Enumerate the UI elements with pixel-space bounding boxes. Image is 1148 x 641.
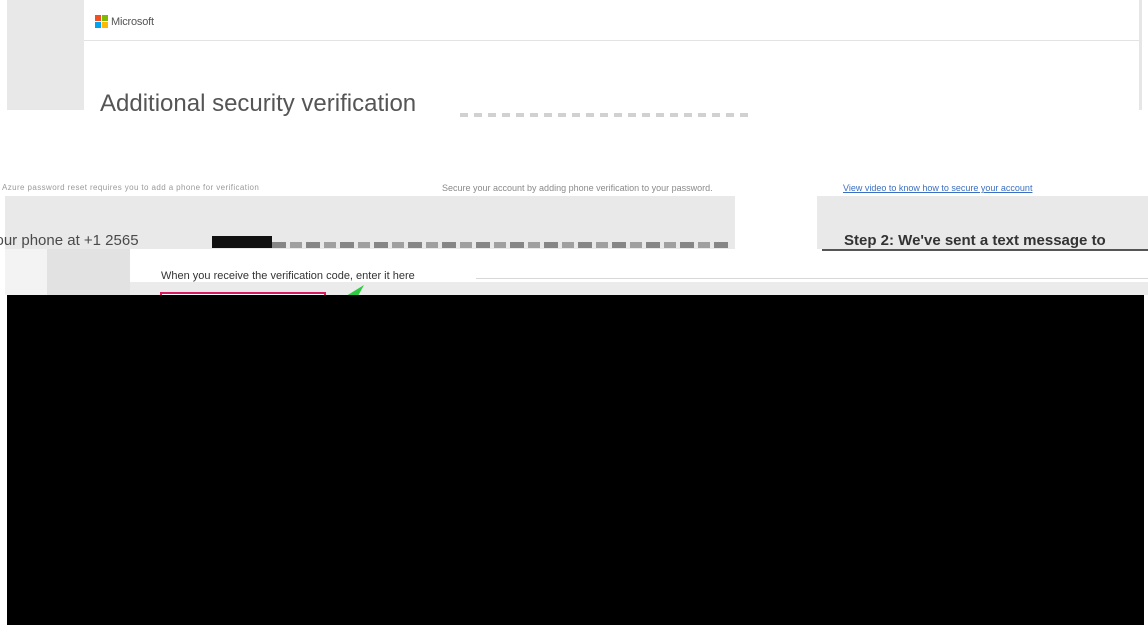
step2-title: Step 2: We've sent a text message to bbox=[844, 232, 1106, 249]
left-gutter bbox=[7, 0, 84, 110]
header: Microsoft bbox=[84, 0, 1139, 41]
logo-square-green bbox=[102, 15, 108, 21]
intro-text-left: Azure password reset requires you to add… bbox=[2, 183, 260, 192]
microsoft-logo-icon bbox=[95, 15, 108, 28]
faint-subtitle-artifact bbox=[460, 113, 750, 117]
logo-square-blue bbox=[95, 22, 101, 28]
intro-text: Secure your account by adding phone veri… bbox=[442, 183, 713, 193]
verification-divider bbox=[476, 278, 1148, 279]
intro-row: Azure password reset requires you to add… bbox=[0, 183, 1148, 195]
step2-underline bbox=[822, 249, 1148, 251]
right-gutter bbox=[1139, 0, 1142, 110]
left-panel-light bbox=[5, 249, 47, 295]
video-help-link[interactable]: View video to know how to secure your ac… bbox=[843, 183, 1148, 193]
brand: Microsoft bbox=[95, 15, 154, 28]
phone-redaction bbox=[212, 236, 272, 248]
page-title: Additional security verification bbox=[100, 90, 417, 117]
logo-square-red bbox=[95, 15, 101, 21]
redaction-overlay bbox=[7, 295, 1144, 625]
logo-square-yellow bbox=[102, 22, 108, 28]
blurred-text-artifact bbox=[272, 242, 732, 248]
step-band-gap bbox=[735, 196, 817, 245]
left-panel-gray bbox=[47, 249, 130, 295]
step1-phone-text: your phone at +1 2565 bbox=[0, 232, 139, 249]
verification-code-label: When you receive the verification code, … bbox=[161, 270, 415, 282]
brand-name: Microsoft bbox=[111, 15, 154, 28]
page: Microsoft Additional security verificati… bbox=[0, 0, 1148, 641]
